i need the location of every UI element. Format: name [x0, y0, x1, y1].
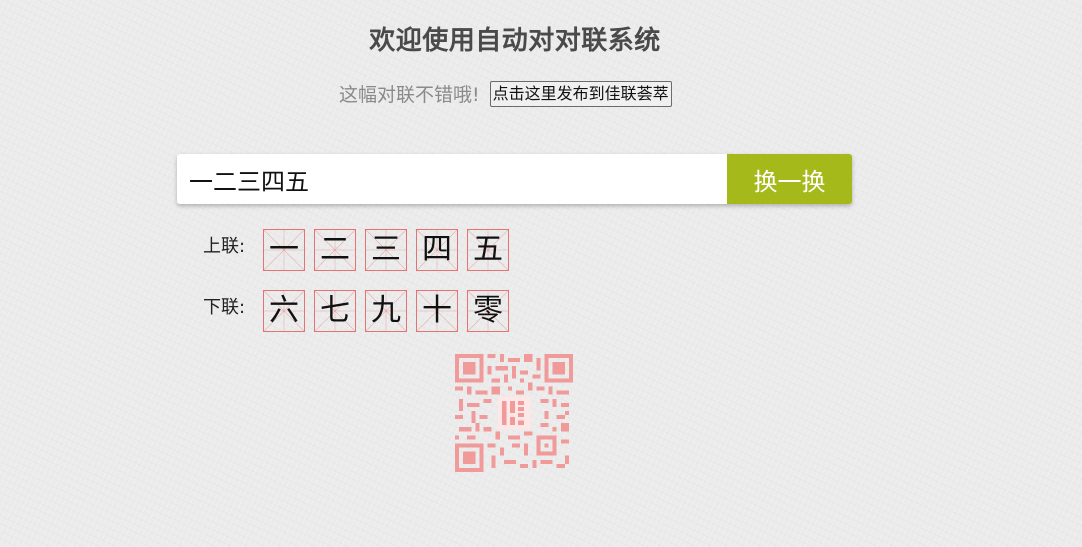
upper-couplet-chars: 一 二 三 四 五: [263, 229, 518, 271]
upper-couplet-label: 上联:: [203, 236, 246, 257]
lower-couplet-chars: 六 七 九 十 零: [263, 290, 518, 332]
qr-code-icon: [455, 354, 573, 472]
lower-char-cell: 七: [314, 290, 356, 332]
publish-button[interactable]: 点击这里发布到佳联荟萃: [489, 80, 672, 107]
input-bar: 换一换: [177, 154, 852, 204]
lower-char-cell: 十: [416, 290, 458, 332]
couplet-input[interactable]: [177, 154, 727, 204]
feedback-row: 这幅对联不错哦! 点击这里发布到佳联荟萃: [339, 80, 672, 107]
feedback-message: 这幅对联不错哦!: [339, 84, 480, 106]
lower-char-cell: 零: [467, 290, 509, 332]
upper-char-cell: 一: [263, 229, 305, 271]
lower-couplet-row: 下联: 六 七 九 十 零: [203, 290, 518, 332]
lower-char-cell: 九: [365, 290, 407, 332]
upper-char-cell: 三: [365, 229, 407, 271]
page-title: 欢迎使用自动对对联系统: [369, 26, 661, 56]
upper-char-cell: 二: [314, 229, 356, 271]
upper-char-cell: 四: [416, 229, 458, 271]
swap-button[interactable]: 换一换: [727, 154, 852, 204]
upper-char-cell: 五: [467, 229, 509, 271]
lower-couplet-label: 下联:: [203, 297, 246, 318]
lower-char-cell: 六: [263, 290, 305, 332]
upper-couplet-row: 上联: 一 二 三 四 五: [203, 229, 518, 271]
